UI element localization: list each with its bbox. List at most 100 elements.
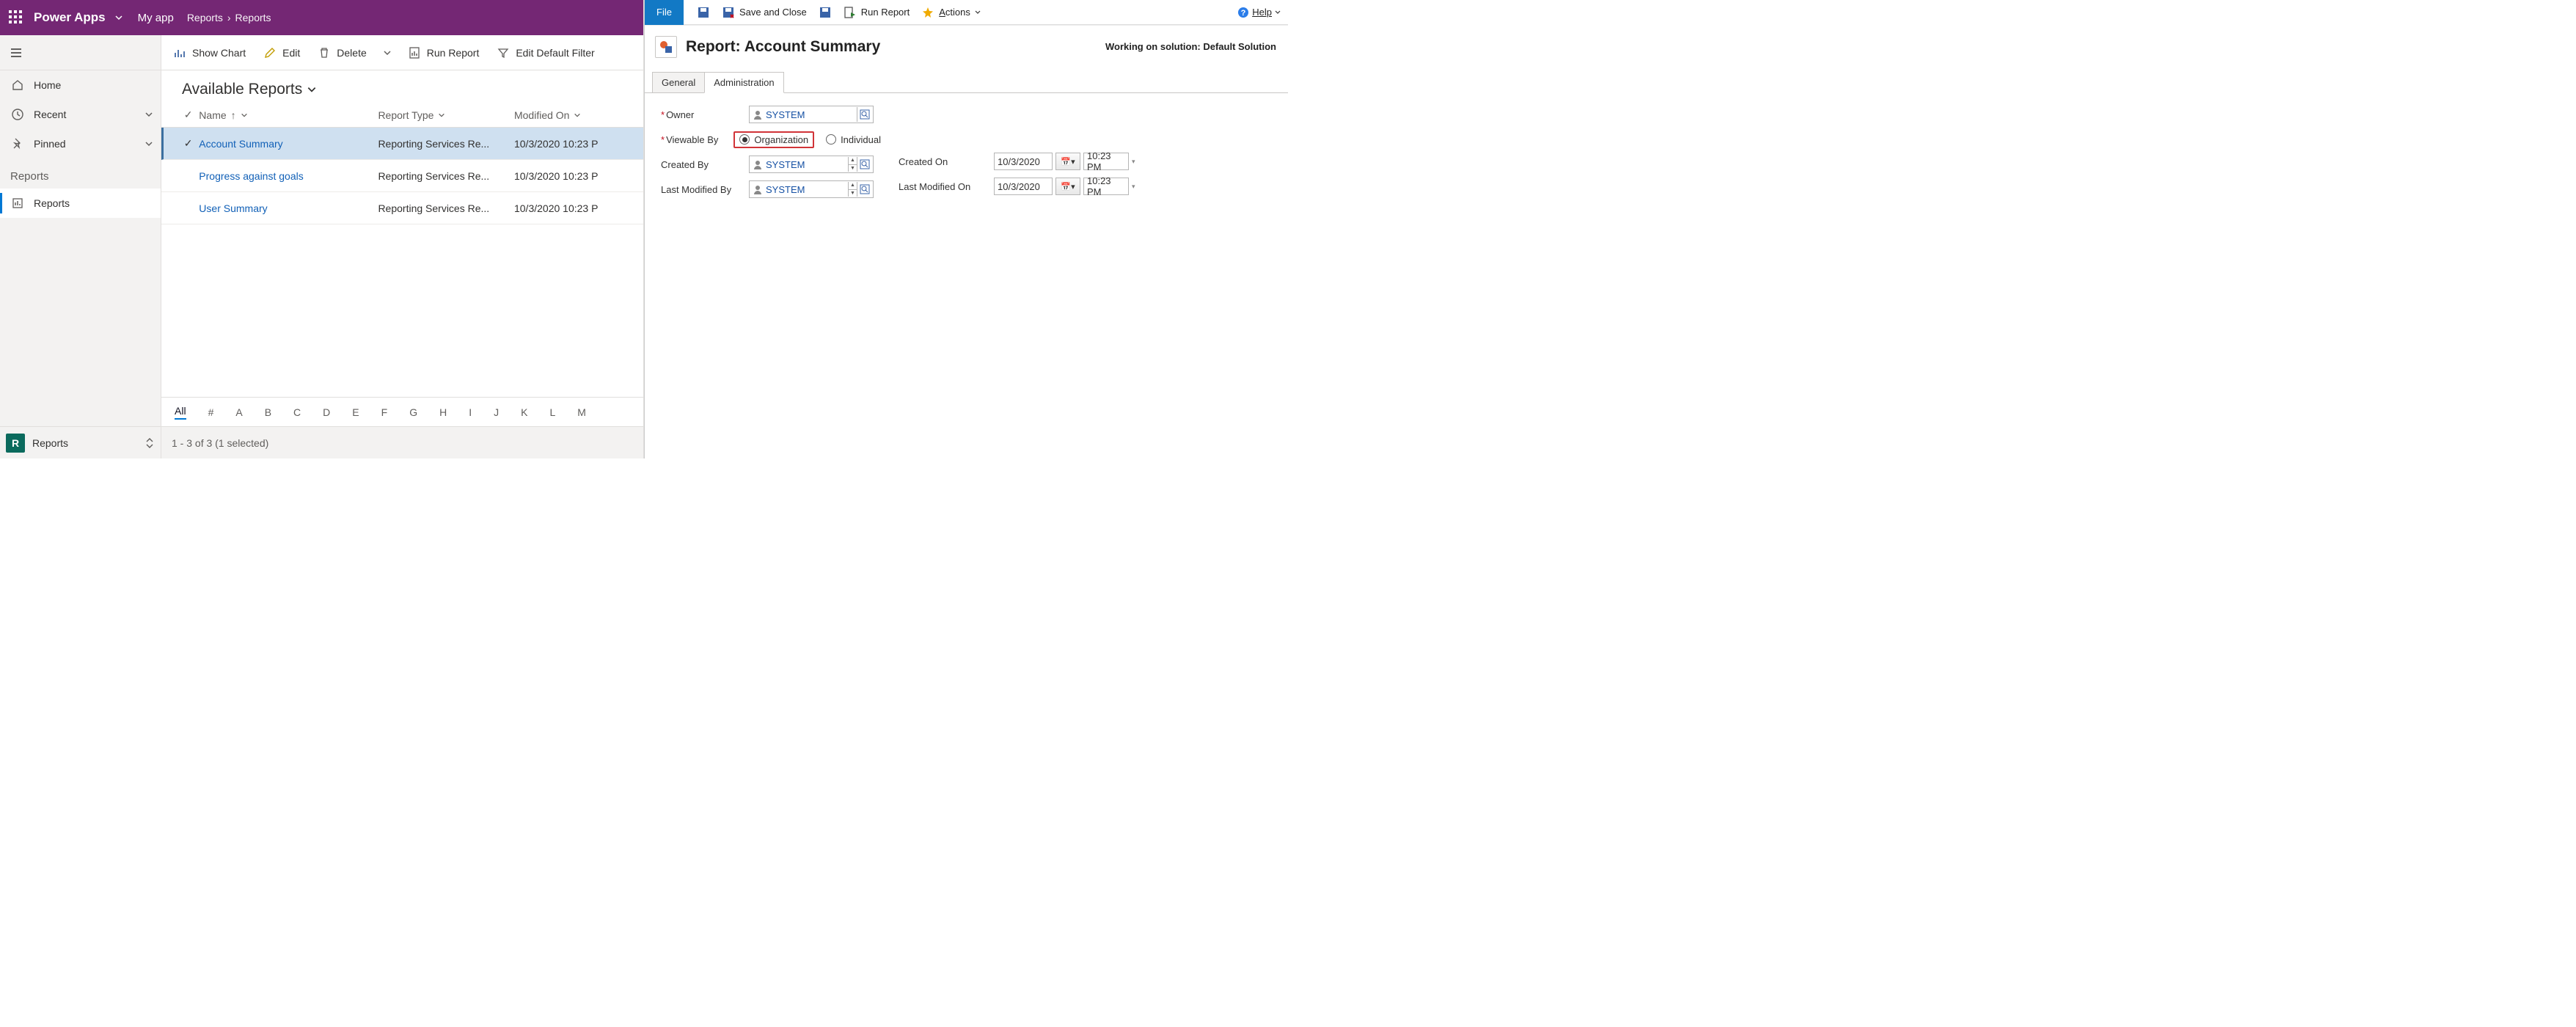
row-type: Reporting Services Re... (378, 170, 514, 182)
edit-filter-button[interactable]: Edit Default Filter (488, 35, 603, 70)
actions-button[interactable]: Actions (921, 6, 981, 19)
report-icon (408, 46, 421, 59)
col-type[interactable]: Report Type (378, 109, 514, 121)
row-name[interactable]: User Summary (199, 202, 378, 214)
nav-home[interactable]: Home (0, 70, 161, 100)
nav-recent[interactable]: Recent (0, 100, 161, 129)
date-picker-icon[interactable]: 📅▾ (1055, 178, 1080, 195)
run-report-button[interactable]: Run Report (844, 6, 910, 19)
alpha-m[interactable]: M (577, 406, 586, 418)
alpha-k[interactable]: K (521, 406, 527, 418)
modified-on-date-input[interactable]: 10/3/2020 (994, 178, 1053, 195)
table-row[interactable]: Progress against goalsReporting Services… (161, 160, 643, 192)
breadcrumb-1[interactable]: Reports (187, 12, 223, 23)
alpha-a[interactable]: A (235, 406, 242, 418)
app-launcher-icon[interactable] (9, 10, 23, 25)
records-count: 1 - 3 of 3 (1 selected) (161, 437, 279, 449)
nav-label: Home (34, 79, 61, 91)
col-name[interactable]: Name↑ (199, 109, 378, 121)
alpha-l[interactable]: L (549, 406, 555, 418)
report-icon (10, 196, 25, 211)
created-on-date-input[interactable]: 10/3/2020 (994, 153, 1053, 170)
delete-more-button[interactable] (376, 35, 399, 70)
view-title[interactable]: Available Reports (161, 70, 643, 103)
alpha-i[interactable]: I (469, 406, 472, 418)
run-report-button[interactable]: Run Report (399, 35, 489, 70)
save-close-button[interactable]: Save and Close (722, 6, 807, 19)
alpha-c[interactable]: C (293, 406, 301, 418)
person-icon (753, 184, 763, 194)
row-type: Reporting Services Re... (378, 138, 514, 150)
chevron-down-icon (438, 112, 445, 119)
lookup-icon[interactable] (857, 182, 871, 197)
nav-label: Reports (34, 197, 70, 209)
area-switcher-icon[interactable] (144, 437, 155, 449)
lookup-icon[interactable] (857, 157, 871, 172)
spinner-icon[interactable]: ▲▼ (848, 157, 857, 172)
edit-button[interactable]: Edit (255, 35, 309, 70)
nav-label: Recent (34, 109, 66, 120)
alpha-h[interactable]: H (439, 406, 447, 418)
modified-by-lookup[interactable]: SYSTEM ▲▼ (749, 180, 874, 198)
row-modified: 10/3/2020 10:23 P (514, 202, 636, 214)
nav-label: Pinned (34, 138, 66, 150)
svg-text:?: ? (1241, 9, 1246, 18)
hamburger-icon[interactable] (4, 41, 28, 65)
chevron-down-icon[interactable] (114, 13, 123, 22)
home-icon (10, 78, 25, 92)
alpha-e[interactable]: E (352, 406, 359, 418)
help-icon: ? (1237, 7, 1249, 18)
funnel-icon (497, 46, 510, 59)
time-dropdown-icon[interactable]: ▾ (1132, 158, 1135, 166)
clock-icon (10, 107, 25, 122)
alpha-f[interactable]: F (381, 406, 388, 418)
spinner-icon[interactable]: ▲▼ (848, 182, 857, 197)
alpha-b[interactable]: B (265, 406, 271, 418)
brand-name: Power Apps (34, 10, 106, 25)
area-badge: R (6, 434, 25, 453)
owner-lookup[interactable]: SYSTEM (749, 106, 874, 123)
chevron-down-icon (144, 139, 153, 148)
row-checkbox[interactable]: ✓ (178, 137, 199, 150)
alpha-d[interactable]: D (323, 406, 330, 418)
alpha-all[interactable]: All (175, 405, 186, 420)
help-button[interactable]: ? Help (1237, 7, 1281, 18)
time-dropdown-icon[interactable]: ▾ (1132, 183, 1135, 191)
row-type: Reporting Services Re... (378, 202, 514, 214)
table-row[interactable]: User SummaryReporting Services Re...10/3… (161, 192, 643, 224)
chevron-down-icon (1275, 10, 1281, 15)
app-name[interactable]: My app (138, 12, 174, 24)
select-all-checkbox[interactable]: ✓ (178, 109, 199, 121)
row-name[interactable]: Progress against goals (199, 170, 378, 182)
save-button[interactable] (697, 6, 710, 19)
col-modified[interactable]: Modified On (514, 109, 636, 121)
column-headers: ✓ Name↑ Report Type Modified On (161, 103, 643, 128)
radio-individual[interactable]: Individual (826, 134, 881, 145)
solution-label: Working on solution: Default Solution (1105, 41, 1281, 52)
delete-button[interactable]: Delete (309, 35, 375, 70)
created-on-time-input[interactable]: 10:23 PM (1083, 153, 1129, 170)
report-play-icon (844, 6, 857, 19)
tab-administration[interactable]: Administration (704, 72, 783, 93)
nav-group-label: Reports (0, 158, 161, 189)
breadcrumb-2[interactable]: Reports (235, 12, 271, 23)
chevron-down-icon (144, 110, 153, 119)
date-picker-icon[interactable]: 📅▾ (1055, 153, 1080, 170)
lookup-icon[interactable] (857, 107, 871, 122)
modified-on-time-input[interactable]: 10:23 PM (1083, 178, 1129, 195)
tab-general[interactable]: General (652, 72, 705, 93)
area-label[interactable]: Reports (32, 437, 137, 449)
show-chart-button[interactable]: Show Chart (164, 35, 255, 70)
alpha-j[interactable]: J (494, 406, 499, 418)
table-row[interactable]: ✓Account SummaryReporting Services Re...… (161, 128, 643, 160)
created-by-lookup[interactable]: SYSTEM ▲▼ (749, 156, 874, 173)
row-name[interactable]: Account Summary (199, 138, 378, 150)
nav-reports[interactable]: Reports (0, 189, 161, 218)
file-tab[interactable]: File (645, 0, 684, 25)
radio-organization[interactable]: Organization (733, 131, 814, 148)
nav-pinned[interactable]: Pinned (0, 129, 161, 158)
alpha-g[interactable]: G (409, 406, 417, 418)
save-and-button[interactable] (819, 6, 832, 19)
alpha-#[interactable]: # (208, 406, 214, 418)
chevron-down-icon (241, 112, 248, 119)
